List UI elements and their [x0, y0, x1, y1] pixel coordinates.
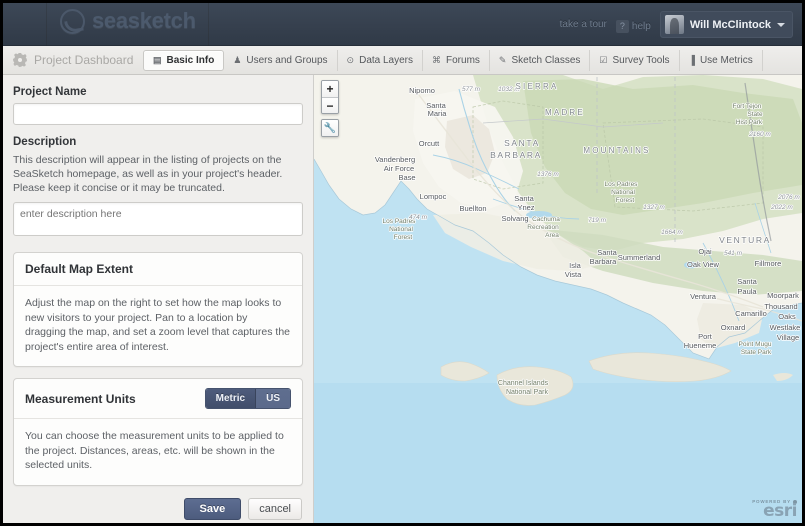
map-canvas [314, 75, 802, 523]
form-actions: Save cancel [13, 497, 303, 520]
header-divider-right [208, 3, 209, 46]
dashboard-toolbar: Project Dashboard ▤ Basic Info ♟ Users a… [3, 46, 802, 75]
brand-name: seasketch [92, 8, 196, 33]
forums-icon: ⌘ [432, 54, 442, 65]
bar-chart-icon: ▐ [688, 54, 695, 65]
card-header: Default Map Extent [14, 253, 302, 286]
tab-label: Survey Tools [612, 54, 670, 66]
tab-bar: ▤ Basic Info ♟ Users and Groups ⊙ Data L… [143, 46, 763, 75]
tab-label: Data Layers [359, 54, 414, 66]
description-textarea[interactable] [13, 202, 303, 236]
checklist-icon: ☑ [599, 54, 608, 65]
card-body: You can choose the measurement units to … [14, 419, 302, 485]
caret-down-icon [777, 22, 785, 27]
map-controls: + − 🔧 [321, 80, 339, 137]
map-pin-icon: ⊙ [346, 54, 355, 65]
tab-label: Basic Info [166, 54, 215, 66]
gear-icon [13, 53, 27, 67]
tab-sketch-classes[interactable]: ✎ Sketch Classes [490, 49, 591, 71]
pencil-icon: ✎ [498, 54, 507, 65]
description-help-text: This description will appear in the list… [13, 154, 283, 194]
tab-label: Use Metrics [699, 54, 753, 66]
save-button[interactable]: Save [183, 497, 242, 520]
user-name-label: Will McClintock [689, 18, 771, 31]
unit-option-us[interactable]: US [255, 389, 290, 408]
tab-label: Sketch Classes [511, 54, 581, 66]
user-menu[interactable]: Will McClintock [659, 11, 793, 38]
map-viewport[interactable]: Nipomo Santa Maria Orcutt Vandenberg Air Forc… [314, 75, 802, 523]
basic-info-icon: ▤ [153, 54, 162, 65]
tab-label: Forums [446, 54, 480, 66]
tab-label: Users and Groups [246, 54, 328, 66]
project-name-input[interactable] [13, 103, 303, 125]
measurement-units-body: You can choose the measurement units to … [25, 430, 284, 471]
card-body: Adjust the map on the right to set how t… [14, 286, 302, 366]
help-group[interactable]: ? help [615, 16, 651, 34]
map-tools-group: 🔧 [321, 119, 339, 137]
zoom-in-button[interactable]: + [322, 81, 338, 97]
cancel-button[interactable]: cancel [248, 497, 302, 520]
default-map-extent-card: Default Map Extent Adjust the map on the… [13, 252, 303, 367]
app-root: seasketch take a tour ? help Will McClint… [3, 3, 802, 523]
dashboard-title-group: Project Dashboard [3, 53, 143, 67]
esri-brand: esri [763, 501, 797, 521]
unit-option-metric[interactable]: Metric [205, 389, 256, 408]
measurement-units-card: Measurement Units Metric US You can choo… [13, 378, 303, 486]
users-icon: ♟ [233, 54, 242, 65]
tab-survey-tools[interactable]: ☑ Survey Tools [590, 49, 680, 71]
default-map-extent-body: Adjust the map on the right to set how t… [25, 297, 290, 353]
measurement-units-title: Measurement Units [25, 391, 136, 406]
measurement-units-toggle[interactable]: Metric US [204, 388, 291, 409]
avatar [664, 15, 684, 34]
page-title: Project Dashboard [34, 53, 134, 67]
main-body: Project Name Description This descriptio… [3, 75, 802, 523]
zoom-out-button[interactable]: − [322, 97, 338, 113]
wave-circle-icon [60, 8, 85, 34]
default-map-extent-title: Default Map Extent [25, 262, 134, 276]
tab-data-layers[interactable]: ⊙ Data Layers [338, 49, 424, 71]
tab-forums[interactable]: ⌘ Forums [423, 49, 490, 71]
header-divider-left [46, 3, 47, 46]
help-link[interactable]: help [632, 21, 651, 32]
brand-logo[interactable]: seasketch [60, 8, 196, 34]
settings-panel: Project Name Description This descriptio… [3, 75, 314, 523]
tab-users-and-groups[interactable]: ♟ Users and Groups [224, 49, 338, 71]
tab-use-metrics[interactable]: ▐ Use Metrics [680, 49, 763, 71]
card-header: Measurement Units Metric US [14, 379, 302, 419]
question-mark-icon[interactable]: ? [615, 19, 629, 33]
wrench-icon[interactable]: 🔧 [322, 120, 338, 136]
top-header: seasketch take a tour ? help Will McClint… [3, 3, 802, 46]
zoom-control-group: + − [321, 80, 339, 114]
description-label: Description [13, 136, 77, 148]
esri-attribution: POWERED BY esri [752, 499, 797, 521]
tab-basic-info[interactable]: ▤ Basic Info [143, 49, 225, 71]
take-a-tour-link[interactable]: take a tour [560, 19, 607, 30]
project-name-label: Project Name [13, 86, 87, 98]
header-right-group: take a tour ? help Will McClintock [560, 3, 793, 46]
